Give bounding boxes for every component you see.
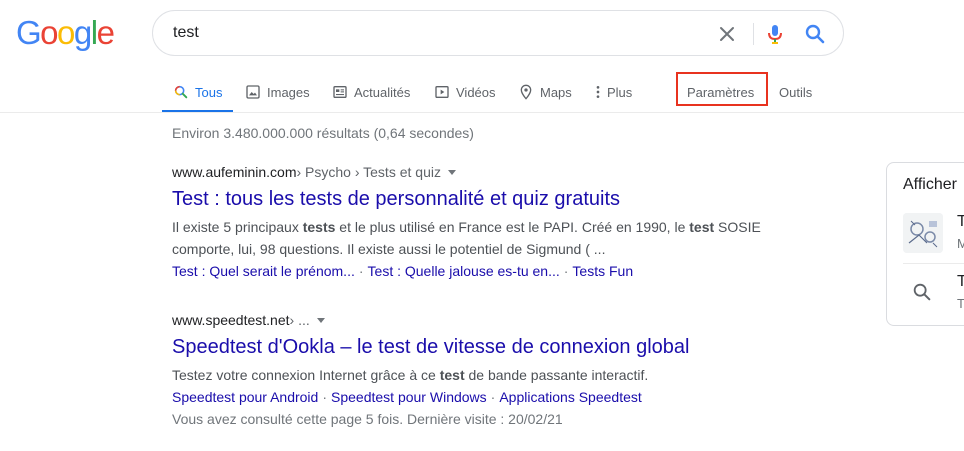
result-domain[interactable]: www.speedtest.net: [172, 310, 290, 330]
map-pin-icon: [520, 84, 532, 100]
triangle-down-icon[interactable]: [316, 315, 326, 325]
tab-images[interactable]: Images: [234, 72, 321, 112]
parametres-highlight-box: [676, 72, 768, 106]
sitelink-separator: ·: [490, 389, 496, 405]
tab-outils[interactable]: Outils: [768, 72, 823, 112]
sitelink-separator: ·: [563, 263, 569, 279]
sitelink-separator: ·: [358, 263, 364, 279]
tab-label: Tous: [195, 84, 223, 100]
snippet-text: et le plus utilisé en France est le PAPI…: [335, 219, 690, 235]
sitelink[interactable]: Applications Speedtest: [499, 389, 641, 405]
triangle-down-icon[interactable]: [447, 167, 457, 177]
tab-maps[interactable]: Maps: [507, 72, 583, 112]
tab-plus[interactable]: Plus: [584, 72, 643, 112]
result-breadcrumb: › Psycho › Tests et quiz: [296, 164, 441, 180]
search-button[interactable]: [803, 22, 827, 46]
google-logo[interactable]: Google: [16, 13, 115, 53]
side-item-thumbnail[interactable]: [903, 213, 943, 253]
search-icon: [174, 85, 188, 99]
sitelink[interactable]: Test : Quelle jalouse es-tu en...: [368, 263, 560, 279]
visited-note: Vous avez consulté cette page 5 fois. De…: [172, 411, 563, 427]
result-breadcrumb: › ...: [289, 312, 310, 328]
tab-label: Vidéos: [456, 84, 496, 100]
side-item-title[interactable]: T: [957, 273, 964, 291]
voice-search-button[interactable]: [763, 22, 787, 46]
microphone-icon: [768, 25, 782, 44]
result-url: www.aufeminin.com › Psycho › Tests et qu…: [172, 162, 772, 182]
result-url: www.speedtest.net › ...: [172, 310, 772, 330]
result-title-link[interactable]: Speedtest d'Ookla – le test de vitesse d…: [172, 334, 772, 360]
result-domain[interactable]: www.aufeminin.com: [172, 162, 297, 182]
result-title-link[interactable]: Test : tous les tests de personnalité et…: [172, 186, 772, 212]
search-result: www.speedtest.net › ... Speedtest d'Ookl…: [172, 310, 772, 430]
tab-label: Plus: [607, 84, 633, 100]
logo-letter: o: [40, 14, 58, 51]
search-box: [152, 10, 844, 56]
result-sitelinks: Test : Quel serait le prénom... · Test : Q…: [172, 260, 772, 282]
snippet-text: SOSIE: [714, 219, 761, 235]
snippet-bold: test: [439, 367, 465, 383]
image-icon: [246, 85, 260, 99]
snippet-text: Testez votre connexion Internet grâce à …: [172, 367, 440, 383]
tab-actualites[interactable]: Actualités: [321, 72, 421, 112]
tab-label: Outils: [779, 84, 813, 100]
search-input[interactable]: [173, 11, 693, 55]
side-item-title[interactable]: T: [957, 213, 964, 231]
result-snippet: Il existe 5 principaux tests et le plus …: [172, 216, 772, 260]
logo-letter: g: [73, 14, 92, 51]
sitelink[interactable]: Speedtest pour Windows: [331, 389, 487, 405]
side-item-subtitle: T: [957, 296, 964, 311]
snippet-text: de bande passante interactif.: [464, 367, 649, 383]
clear-search-button[interactable]: [715, 22, 739, 46]
search-icon: [913, 283, 931, 301]
snippet-bold: tests: [302, 219, 336, 235]
more-vert-icon: [596, 86, 600, 98]
logo-letter: o: [57, 14, 75, 51]
logo-letter: e: [96, 14, 115, 51]
sitelink[interactable]: Tests Fun: [572, 263, 633, 279]
google-results-page: Google test Tous Images Actualités Vidéo…: [0, 0, 964, 451]
search-result: www.aufeminin.com › Psycho › Tests et qu…: [172, 162, 772, 282]
tab-label: Actualités: [354, 84, 411, 100]
thumbnail-image: [903, 213, 943, 253]
result-snippet: Testez votre connexion Internet grâce à …: [172, 364, 772, 386]
result-stats: Environ 3.480.000.000 résultats (0,64 se…: [172, 125, 474, 141]
sitelink[interactable]: Speedtest pour Android: [172, 389, 318, 405]
side-panel: Afficher T M T T: [886, 162, 964, 326]
news-icon: [333, 86, 347, 98]
result-sitelinks: Speedtest pour Android · Speedtest pour Wi…: [172, 386, 772, 408]
video-icon: [435, 86, 449, 98]
header-divider: [0, 112, 964, 113]
tab-tous[interactable]: Tous: [162, 72, 234, 113]
search-icon: [805, 24, 825, 44]
side-panel-divider: [903, 263, 964, 264]
sitelink[interactable]: Test : Quel serait le prénom...: [172, 263, 355, 279]
tab-label: Images: [267, 84, 310, 100]
logo-letter: G: [16, 14, 42, 51]
close-icon: [720, 27, 734, 41]
search-box-separator: [753, 23, 754, 45]
sitelink-separator: ·: [322, 389, 328, 405]
snippet-text: comporte, lui, 98 questions. Il existe a…: [172, 241, 606, 257]
snippet-text: Il existe 5 principaux: [172, 219, 303, 235]
tab-label: Maps: [540, 84, 572, 100]
side-item-subtitle: M: [957, 236, 964, 251]
snippet-bold: test: [689, 219, 715, 235]
side-panel-title: Afficher: [903, 176, 957, 193]
tab-videos[interactable]: Vidéos: [423, 72, 507, 112]
